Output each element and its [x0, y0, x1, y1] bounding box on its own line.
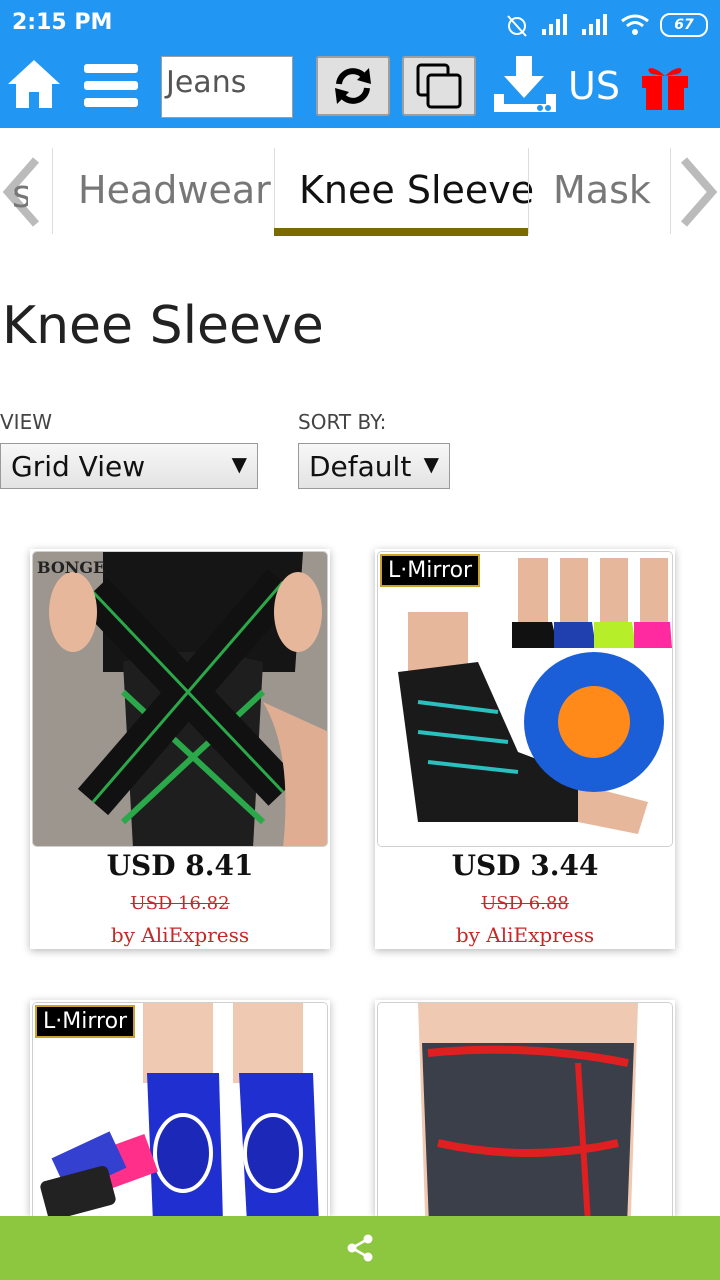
status-icons: 67	[504, 10, 708, 40]
top-toolbar: Jeans US	[0, 50, 720, 128]
knee-strap-image	[33, 552, 327, 846]
product-old-price: USD 6.88	[481, 893, 569, 914]
copy-button[interactable]	[402, 56, 476, 116]
sort-select-value: Default	[309, 450, 412, 483]
tab-headwear[interactable]: Headwear	[78, 168, 271, 212]
product-seller[interactable]: by AliExpress	[375, 923, 675, 947]
battery-indicator: 67	[660, 13, 708, 37]
home-button[interactable]	[6, 56, 62, 116]
tab-partial[interactable]: s	[12, 172, 28, 212]
view-select-value: Grid View	[11, 450, 146, 483]
share-icon	[347, 1234, 373, 1262]
product-card[interactable]: L·Mirror USD 3.44 USD 6.88 by AliExpress	[375, 549, 675, 949]
ankle-sleeve-image	[378, 552, 672, 846]
sort-select[interactable]: Default ▼	[298, 443, 450, 489]
gift-button[interactable]	[640, 60, 690, 116]
category-tabs: Headwear Knee Sleeve Mask	[0, 128, 720, 240]
refresh-icon	[335, 68, 371, 104]
product-image[interactable]: L·Mirror	[32, 1002, 328, 1216]
menu-button[interactable]	[84, 62, 138, 114]
status-bar: 2:15 PM 67	[0, 0, 720, 50]
brand-logo: BONGE	[37, 558, 106, 577]
product-card[interactable]	[375, 1000, 675, 1216]
product-price: USD 8.41	[106, 849, 254, 882]
brand-logo: L·Mirror	[35, 1005, 136, 1038]
home-icon	[8, 60, 60, 108]
tab-divider	[670, 148, 671, 234]
download-icon	[494, 56, 556, 112]
language-selector[interactable]: US	[568, 64, 620, 108]
status-time: 2:15 PM	[12, 10, 113, 35]
product-old-price: USD 16.82	[130, 893, 230, 914]
share-bar[interactable]	[0, 1216, 720, 1280]
product-image[interactable]	[377, 1002, 673, 1216]
refresh-button[interactable]	[316, 56, 390, 116]
tab-mask[interactable]: Mask	[553, 168, 651, 212]
copy-icon	[416, 63, 462, 109]
product-image[interactable]: BONGE	[32, 551, 328, 847]
active-tab-indicator	[274, 228, 528, 236]
page-title: Knee Sleeve	[2, 296, 324, 356]
product-card[interactable]: L·Mirror	[30, 1000, 330, 1216]
knee-compression-sleeve-image	[378, 1003, 672, 1216]
product-image[interactable]: L·Mirror	[377, 551, 673, 847]
download-button[interactable]	[492, 54, 558, 120]
product-price: USD 3.44	[451, 849, 599, 882]
wifi-icon	[621, 14, 649, 35]
dropdown-caret-icon: ▼	[423, 452, 439, 476]
brand-logo: L·Mirror	[380, 554, 481, 587]
signal-icon	[542, 14, 567, 35]
product-card[interactable]: BONGE USD 8.41 USD 16.82 by AliExpress	[30, 549, 330, 949]
tab-divider	[274, 148, 275, 234]
hamburger-menu-icon	[84, 64, 138, 107]
view-select[interactable]: Grid View ▼	[0, 443, 258, 489]
dropdown-caret-icon: ▼	[231, 452, 247, 476]
search-input[interactable]: Jeans	[161, 56, 293, 118]
tab-knee-sleeve[interactable]: Knee Sleeve	[299, 168, 534, 212]
tab-divider	[528, 148, 529, 234]
tabs-scroll-right[interactable]	[676, 156, 720, 232]
gift-icon	[642, 68, 688, 110]
tab-divider	[52, 148, 53, 234]
view-label: VIEW	[0, 410, 52, 434]
product-seller[interactable]: by AliExpress	[30, 923, 330, 947]
sort-label: SORT BY:	[298, 410, 387, 434]
chevron-right-icon	[680, 157, 718, 227]
signal-icon-2	[582, 14, 607, 35]
alarm-off-icon	[507, 15, 527, 37]
